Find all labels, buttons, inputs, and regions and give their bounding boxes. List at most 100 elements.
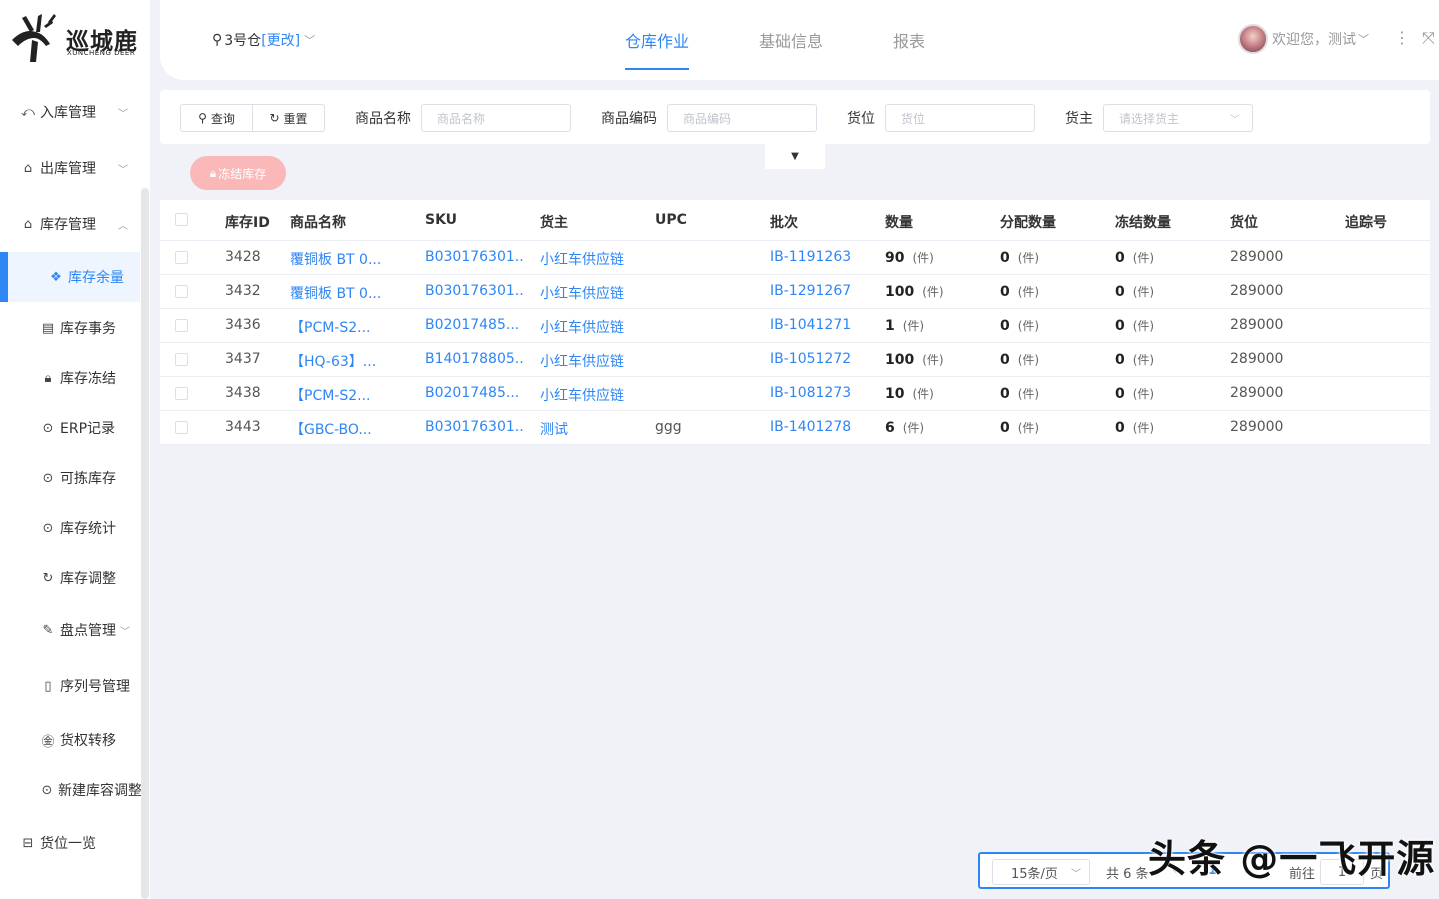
avatar <box>1238 24 1268 54</box>
sidebar-item-outbound[interactable]: ⌂ 出库管理 ﹀ <box>0 146 140 190</box>
change-warehouse-link[interactable]: [更改] <box>261 30 300 50</box>
user-menu[interactable]: 欢迎您，测试 ﹀ <box>1238 24 1369 54</box>
cell-id: 3438 <box>225 385 261 401</box>
collapse-filter-toggle[interactable]: ▼ <box>765 144 825 169</box>
cell-batch[interactable]: IB-1191263 <box>770 249 851 265</box>
brand-name-en: XUNCHENG DEER <box>67 49 136 57</box>
tab-warehouse-ops[interactable]: 仓库作业 <box>625 28 690 70</box>
table-row[interactable]: 3443 【GBC-BO... B030176301... 测试 ggg IB-14012… <box>160 411 1430 445</box>
sidebar-item-serial-numbers[interactable]: ▯ 序列号管理 <box>0 664 140 708</box>
select-all-checkbox[interactable] <box>175 213 188 226</box>
outbound-icon: ⌂ <box>23 160 33 176</box>
row-checkbox[interactable] <box>175 319 188 332</box>
row-checkbox[interactable] <box>175 421 188 434</box>
cell-name[interactable]: 【PCM-S2... <box>290 385 371 405</box>
cell-batch[interactable]: IB-1041271 <box>770 317 851 333</box>
sidebar-item-label: 新建库容调整 <box>58 783 142 799</box>
sidebar-item-pickable-stock[interactable]: ⊙ 可拣库存 <box>0 456 140 500</box>
cell-sku[interactable]: B030176301... <box>425 283 523 299</box>
cell-alloc: 0 (件) <box>1000 351 1039 368</box>
query-button[interactable]: ⚲ 查询 <box>180 104 253 132</box>
sidebar-item-inbound[interactable]: ⤺ 入库管理 ﹀ <box>0 90 140 134</box>
quantity-value: 1 <box>885 318 895 334</box>
table-row[interactable]: 3428 覆铜板 BT 0... B030176301... 小红车供应链 IB-119… <box>160 241 1430 275</box>
sidebar-item-stock-balance[interactable]: ❖ 库存余量 <box>0 252 140 302</box>
cell-frozen: 0 (件) <box>1115 283 1154 300</box>
sidebar-item-stock-freeze[interactable]: 🔒︎ 库存冻结 <box>0 356 140 400</box>
quantity-value: 0 <box>1000 284 1010 300</box>
quantity-value: 0 <box>1000 386 1010 402</box>
quantity-value: 0 <box>1115 420 1125 436</box>
cell-sku[interactable]: B140178805... <box>425 351 523 367</box>
column-header: 追踪号 <box>1345 215 1387 231</box>
table-row[interactable]: 3436 【PCM-S2... B02017485... 小红车供应链 IB-10412… <box>160 309 1430 343</box>
sidebar-item-label: ERP记录 <box>60 421 116 437</box>
sidebar-item-location-overview[interactable]: ⊟ 货位一览 <box>0 821 140 865</box>
cell-owner[interactable]: 小红车供应链 <box>540 317 624 337</box>
cell-owner[interactable]: 小红车供应链 <box>540 351 624 371</box>
cell-qty: 6 (件) <box>885 419 924 436</box>
cell-sku[interactable]: B02017485... <box>425 385 519 401</box>
unit-label: (件) <box>922 353 944 367</box>
sidebar-item-label: 库存事务 <box>60 321 116 337</box>
cell-batch[interactable]: IB-1081273 <box>770 385 851 401</box>
location-input[interactable]: 货位 <box>885 104 1035 132</box>
cell-owner[interactable]: 测试 <box>540 419 568 439</box>
sidebar-item-stock-adjust[interactable]: ↻ 库存调整 <box>0 556 140 600</box>
boxes-icon: ❖ <box>50 269 62 285</box>
reset-button[interactable]: ↻ 重置 <box>252 104 325 132</box>
row-checkbox[interactable] <box>175 353 188 366</box>
sidebar-item-stocktaking[interactable]: ✎ 盘点管理 ﹀ <box>0 608 140 652</box>
warehouse-selector[interactable]: ⚲ 3号仓 [更改] ﹀ <box>212 30 315 50</box>
cell-alloc: 0 (件) <box>1000 385 1039 402</box>
sidebar-item-erp-records[interactable]: ⊙ ERP记录 <box>0 406 140 450</box>
quantity-value: 0 <box>1000 250 1010 266</box>
cell-owner[interactable]: 小红车供应链 <box>540 249 624 269</box>
sidebar-item-inventory[interactable]: ⌂ 库存管理 ︿ <box>0 202 140 246</box>
product-code-input[interactable]: 商品编码 <box>667 104 817 132</box>
sidebar-item-capacity-adjust[interactable]: ⊙ 新建库容调整 <box>0 768 142 812</box>
cell-sku[interactable]: B030176301... <box>425 249 523 265</box>
row-checkbox[interactable] <box>175 251 188 264</box>
page-size-select[interactable]: 15条/页 ﹀ <box>992 859 1090 885</box>
table-row[interactable]: 3437 【HQ-63】... B140178805... 小红车供应链 IB-1051… <box>160 343 1430 377</box>
cell-batch[interactable]: IB-1291267 <box>770 283 851 299</box>
cell-batch[interactable]: IB-1401278 <box>770 419 851 435</box>
chevron-down-icon: ﹀ <box>304 34 316 47</box>
sidebar-item-stock-transactions[interactable]: ▤ 库存事务 <box>0 306 140 350</box>
row-checkbox[interactable] <box>175 387 188 400</box>
cell-sku[interactable]: B02017485... <box>425 317 519 333</box>
cell-owner[interactable]: 小红车供应链 <box>540 385 624 405</box>
cell-name[interactable]: 【HQ-63】... <box>290 351 376 371</box>
cell-sku[interactable]: B030176301... <box>425 419 523 435</box>
cell-name[interactable]: 【PCM-S2... <box>290 317 371 337</box>
dots-circle-icon: ⊙ <box>42 470 54 486</box>
freeze-stock-button[interactable]: 🔒︎ 冻结库存 <box>190 156 286 190</box>
product-name-input[interactable]: 商品名称 <box>421 104 571 132</box>
sidebar-item-ownership-transfer[interactable]: ㊎ 货权转移 <box>0 718 140 762</box>
sidebar-menu: ⤺ 入库管理 ﹀ ⌂ 出库管理 ﹀ ⌂ 库存管理 ︿ ❖ 库存余量 ▤ 库存事务… <box>0 70 142 899</box>
cell-location: 289000 <box>1230 419 1284 435</box>
tab-reports[interactable]: 报表 <box>893 28 925 70</box>
cell-name[interactable]: 覆铜板 BT 0... <box>290 283 381 303</box>
more-vertical-icon[interactable]: ⋮ <box>1394 28 1410 47</box>
cell-name[interactable]: 【GBC-BO... <box>290 419 372 439</box>
cell-qty: 10 (件) <box>885 385 934 402</box>
tab-basic-info[interactable]: 基础信息 <box>759 28 823 70</box>
column-header: 货主 <box>540 215 568 231</box>
cell-id: 3436 <box>225 317 261 333</box>
owner-select[interactable]: 请选择货主 ﹀ <box>1103 104 1253 132</box>
cell-batch[interactable]: IB-1051272 <box>770 351 851 367</box>
sidebar-item-label: 货权转移 <box>60 733 116 749</box>
row-checkbox[interactable] <box>175 285 188 298</box>
cell-name[interactable]: 覆铜板 BT 0... <box>290 249 381 269</box>
fullscreen-icon[interactable]: ⤧ <box>1422 28 1435 48</box>
owner-label: 货主 <box>1065 111 1093 127</box>
sidebar-item-label: 库存管理 <box>40 217 96 233</box>
table-row[interactable]: 3432 覆铜板 BT 0... B030176301... 小红车供应链 IB-129… <box>160 275 1430 309</box>
sidebar-scrollbar[interactable] <box>141 188 149 899</box>
sidebar-item-stock-statistics[interactable]: ⊙ 库存统计 <box>0 506 140 550</box>
table-row[interactable]: 3438 【PCM-S2... B02017485... 小红车供应链 IB-10812… <box>160 377 1430 411</box>
chevron-down-icon: ﹀ <box>1358 33 1369 46</box>
cell-owner[interactable]: 小红车供应链 <box>540 283 624 303</box>
